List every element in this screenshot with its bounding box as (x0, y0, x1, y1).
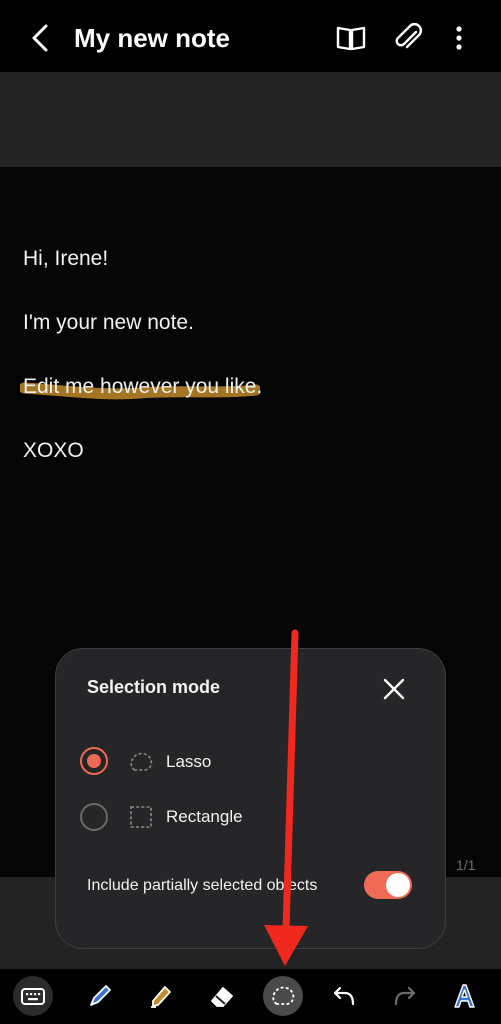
lasso-select-icon (272, 986, 295, 1005)
partial-selection-label: Include partially selected objects (87, 877, 318, 894)
text-style-button[interactable] (444, 976, 484, 1016)
text-style-icon (454, 984, 475, 1008)
toggle-knob (386, 873, 410, 897)
note-text-line: Edit me however you like. (23, 375, 263, 398)
rectangle-option-label[interactable]: Rectangle (166, 807, 243, 827)
reading-mode-icon[interactable] (333, 20, 369, 56)
more-options-icon[interactable] (441, 20, 477, 56)
rectangle-radio[interactable] (80, 803, 108, 831)
highlighter-icon (151, 986, 171, 1008)
eraser-icon (211, 987, 233, 1007)
eraser-button[interactable] (202, 976, 242, 1016)
back-arrow-icon[interactable] (26, 20, 58, 56)
pen-toolbar (0, 969, 501, 1024)
close-icon[interactable] (378, 673, 410, 705)
redo-icon (394, 986, 416, 1006)
redo-button[interactable] (385, 976, 425, 1016)
undo-icon (333, 986, 355, 1006)
note-text-line: Hi, Irene! (23, 247, 109, 270)
pen-button[interactable] (80, 976, 120, 1016)
note-text-line: I'm your new note. (23, 311, 194, 334)
top-app-bar: My new note (0, 0, 501, 72)
note-title[interactable]: My new note (74, 20, 230, 56)
pen-icon (90, 985, 111, 1006)
toolbar-area-background (0, 72, 501, 167)
keyboard-button[interactable] (13, 976, 53, 1016)
lasso-shape-icon (130, 752, 153, 771)
attachment-icon[interactable] (390, 20, 426, 56)
keyboard-icon (21, 988, 45, 1005)
highlighter-button[interactable] (141, 976, 181, 1016)
partial-selection-toggle[interactable] (364, 871, 412, 899)
note-text-line: XOXO (23, 439, 84, 462)
page-indicator: 1/1 (456, 857, 476, 873)
undo-button[interactable] (324, 976, 364, 1016)
lasso-select-button[interactable] (263, 976, 303, 1016)
popup-title: Selection mode (87, 677, 221, 697)
selection-mode-popup: Selection mode Lasso Rectangle Include p… (55, 648, 446, 949)
lasso-option-label[interactable]: Lasso (166, 752, 211, 772)
lasso-radio[interactable] (80, 747, 108, 775)
rectangle-shape-icon (130, 806, 152, 828)
